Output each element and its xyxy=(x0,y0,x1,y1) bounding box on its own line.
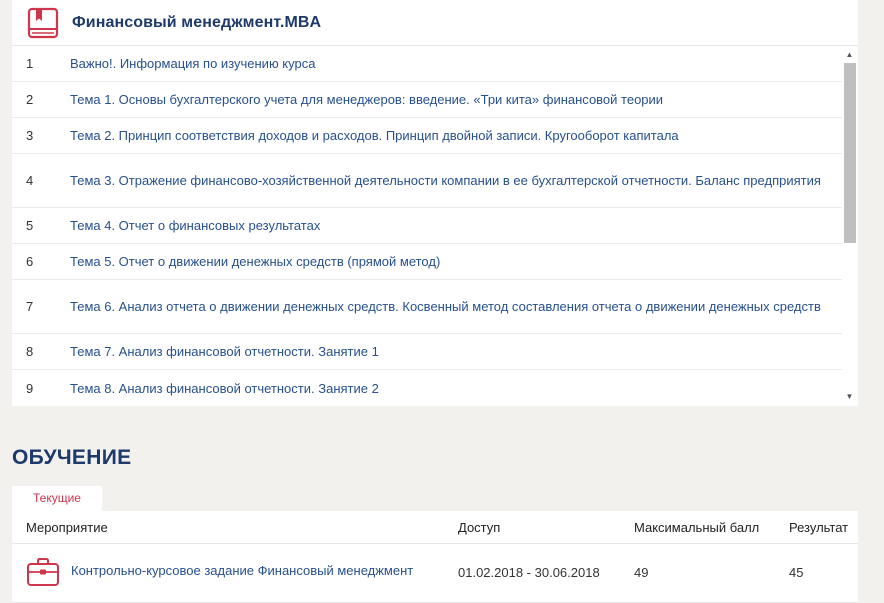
lesson-number: 5 xyxy=(26,218,34,233)
lesson-link[interactable]: Тема 4. Отчет о финансовых результатах xyxy=(70,216,842,235)
lesson-link[interactable]: Тема 2. Принцип соответствия доходов и р… xyxy=(70,126,842,145)
lesson-list-scrollbar[interactable]: ▲ ▼ xyxy=(843,46,856,406)
table-row: Контрольно-курсовое задание Финансовый м… xyxy=(12,544,858,603)
lesson-row[interactable]: 1 Важно!. Информация по изучению курса xyxy=(12,46,842,82)
result-value: 45 xyxy=(789,565,804,580)
lesson-row[interactable]: 8 Тема 7. Анализ финансовой отчетности. … xyxy=(12,334,842,370)
event-link[interactable]: Контрольно-курсовое задание Финансовый м… xyxy=(71,563,413,578)
course-title[interactable]: Финансовый менеджмент.MBA xyxy=(72,14,321,32)
scroll-up-arrow-icon[interactable]: ▲ xyxy=(843,48,856,62)
lesson-number: 6 xyxy=(26,254,34,269)
access-dates: 01.02.2018 - 30.06.2018 xyxy=(458,565,600,580)
lesson-number: 3 xyxy=(26,128,34,143)
max-score-value: 49 xyxy=(634,565,649,580)
lesson-list: 1 Важно!. Информация по изучению курса 2… xyxy=(12,46,842,406)
scroll-down-arrow-icon[interactable]: ▼ xyxy=(843,390,856,404)
lesson-row[interactable]: 3 Тема 2. Принцип соответствия доходов и… xyxy=(12,118,842,154)
tab-current[interactable]: Текущие xyxy=(12,486,102,511)
lesson-number: 2 xyxy=(26,92,34,107)
lesson-link[interactable]: Тема 5. Отчет о движении денежных средст… xyxy=(70,252,842,271)
lesson-link[interactable]: Тема 1. Основы бухгалтерского учета для … xyxy=(70,90,842,109)
lesson-number: 7 xyxy=(26,299,34,314)
lesson-link[interactable]: Тема 3. Отражение финансово-хозяйственно… xyxy=(70,171,842,190)
briefcase-icon xyxy=(26,556,60,588)
lesson-number: 4 xyxy=(26,173,34,188)
lesson-link[interactable]: Тема 8. Анализ финансовой отчетности. За… xyxy=(70,379,842,398)
course-header: Финансовый менеджмент.MBA xyxy=(12,0,858,46)
lesson-row[interactable]: 6 Тема 5. Отчет о движении денежных сред… xyxy=(12,244,842,280)
lesson-number: 1 xyxy=(26,56,34,71)
book-icon xyxy=(27,7,59,39)
lesson-link[interactable]: Тема 6. Анализ отчета о движении денежны… xyxy=(70,297,842,316)
lesson-link[interactable]: Тема 7. Анализ финансовой отчетности. За… xyxy=(70,342,842,361)
scrollbar-thumb[interactable] xyxy=(844,63,856,243)
table-header: Мероприятие Доступ Максимальный балл Рез… xyxy=(12,511,858,544)
column-header-access: Доступ xyxy=(458,520,501,535)
learning-table: Мероприятие Доступ Максимальный балл Рез… xyxy=(12,511,858,603)
column-header-event: Мероприятие xyxy=(26,520,108,535)
course-card: Финансовый менеджмент.MBA 1 Важно!. Инфо… xyxy=(12,0,858,406)
lesson-link[interactable]: Важно!. Информация по изучению курса xyxy=(70,54,842,73)
column-header-result: Результат xyxy=(789,520,849,535)
lesson-number: 9 xyxy=(26,380,34,396)
lesson-number: 8 xyxy=(26,344,34,359)
lesson-row[interactable]: 9 Тема 8. Анализ финансовой отчетности. … xyxy=(12,370,842,406)
learning-section-title: ОБУЧЕНИЕ xyxy=(12,446,132,469)
lesson-row[interactable]: 7 Тема 6. Анализ отчета о движении денеж… xyxy=(12,280,842,334)
lesson-row[interactable]: 4 Тема 3. Отражение финансово-хозяйствен… xyxy=(12,154,842,208)
column-header-max-score: Максимальный балл xyxy=(634,520,760,535)
lesson-row[interactable]: 5 Тема 4. Отчет о финансовых результатах xyxy=(12,208,842,244)
lesson-row[interactable]: 2 Тема 1. Основы бухгалтерского учета дл… xyxy=(12,82,842,118)
